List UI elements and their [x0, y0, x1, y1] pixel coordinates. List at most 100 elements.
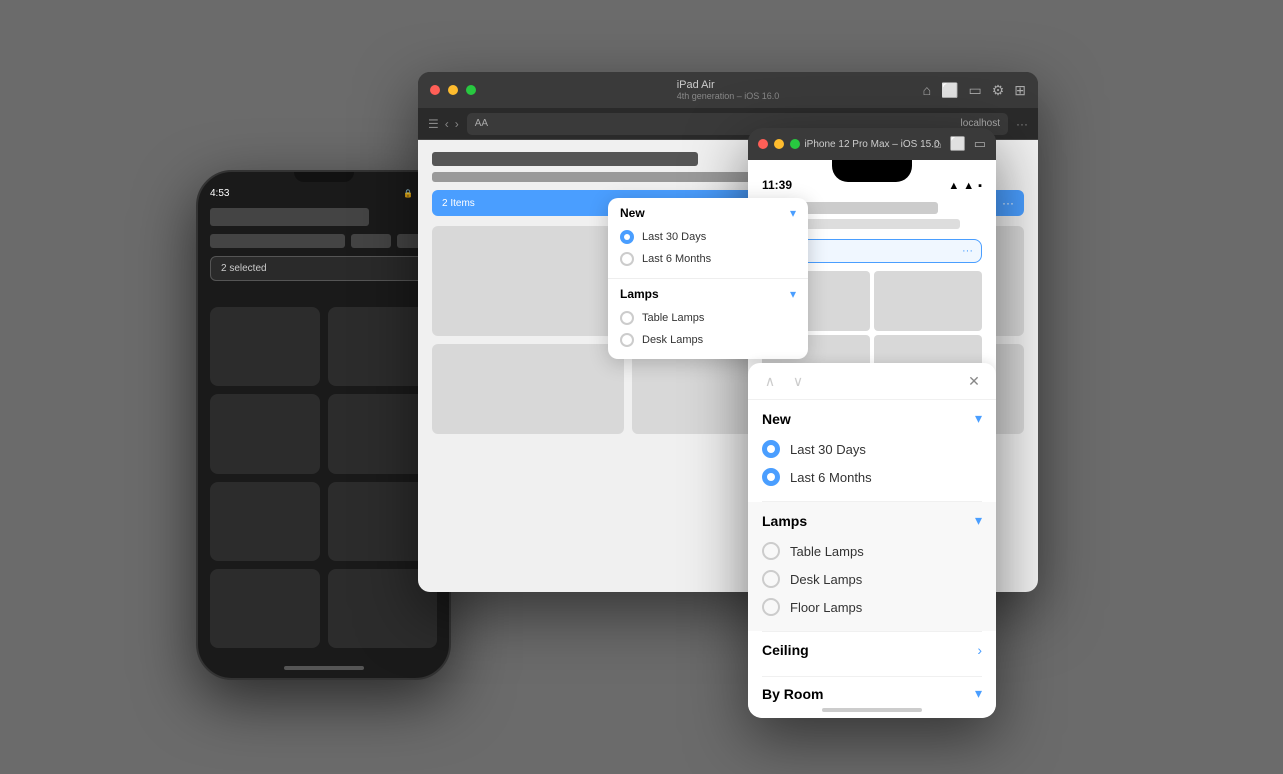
traffic-light-yellow[interactable]	[448, 85, 458, 95]
iphone-img-2[interactable]	[874, 271, 982, 331]
android-grid	[210, 307, 437, 648]
ipad-content-title2	[432, 172, 787, 182]
iphone-notch	[832, 160, 912, 182]
ipad-window-title: iPad Air 4th generation – iOS 16.0	[677, 79, 780, 101]
iphone-traffic-light-red[interactable]	[758, 139, 768, 149]
iphone-panel-up-button[interactable]: ∧	[760, 371, 780, 391]
ipad-popover-new-header: New ▾	[620, 206, 796, 220]
iphone-radio-last30[interactable]	[762, 440, 780, 458]
android-status-bar: 4:53 🔒 ▼ ▲	[210, 184, 437, 202]
android-phone: 4:53 🔒 ▼ ▲ 2 selected ▾	[196, 170, 451, 680]
home-icon[interactable]: ⌂	[923, 82, 931, 99]
android-search-area	[210, 234, 437, 248]
android-time: 4:53	[210, 188, 229, 199]
android-notch	[294, 172, 354, 182]
iphone-panel-close-button[interactable]: ✕	[964, 371, 984, 391]
iphone-panel-new-chevron-icon[interactable]: ▾	[975, 410, 982, 427]
iphone-panel-ceiling-header[interactable]: Ceiling ›	[762, 642, 982, 658]
grid-item-7[interactable]	[210, 569, 320, 648]
android-search-bar2[interactable]	[351, 234, 391, 248]
iphone-panel-desk-lamps-text: Desk Lamps	[790, 572, 862, 587]
ipad-radio-desk-lamps[interactable]	[620, 333, 634, 347]
iphone-panel-lamps-header: Lamps ▾	[762, 512, 982, 529]
ipad-option-last30[interactable]: Last 30 Days	[620, 226, 796, 248]
iphone-panel-byroom-header: By Room ▾	[762, 685, 982, 702]
iphone-panel-nav: ∧ ∨	[760, 371, 808, 391]
iphone-window-title: iPhone 12 Pro Max – iOS 15.0	[804, 139, 939, 150]
ipad-option-table-lamps[interactable]: Table Lamps	[620, 307, 796, 329]
android-dropdown-text: 2 selected	[221, 263, 267, 274]
iphone-panel-floor-lamps[interactable]: Floor Lamps	[762, 593, 982, 621]
traffic-light-red[interactable]	[430, 85, 440, 95]
ipad-popover-lamps-label: Lamps	[620, 287, 659, 301]
grid-icon[interactable]: ⊞	[1014, 82, 1026, 99]
camera-icon[interactable]: ⬜	[941, 82, 958, 99]
iphone-panel-desk-lamps[interactable]: Desk Lamps	[762, 565, 982, 593]
iphone-home-indicator	[822, 708, 922, 712]
android-home-indicator	[284, 666, 364, 670]
ipad-grid-item-1[interactable]	[432, 226, 624, 336]
ipad-popover-new-section: New ▾ Last 30 Days Last 6 Months	[608, 198, 808, 278]
ipad-titlebar: iPad Air 4th generation – iOS 16.0 ⌂ ⬜ ▭…	[418, 72, 1038, 108]
ipad-option-last6months[interactable]: Last 6 Months	[620, 248, 796, 270]
iphone-filter-panel: ∧ ∨ ✕ New ▾ Last 30 Days Last 6 Months	[748, 363, 996, 718]
iphone-titlebar: iPhone 12 Pro Max – iOS 15.0 ⌂ ⬜ ▭	[748, 128, 996, 160]
iphone-panel-lamps-label: Lamps	[762, 513, 807, 529]
ipad-radio-table-lamps[interactable]	[620, 311, 634, 325]
iphone-share-icon[interactable]: ▭	[974, 136, 986, 152]
back-icon[interactable]: ‹	[445, 117, 449, 131]
iphone-panel-last6months[interactable]: Last 6 Months	[762, 463, 982, 491]
ipad-popover-new-chevron-icon[interactable]: ▾	[790, 206, 796, 220]
iphone-panel-last6months-text: Last 6 Months	[790, 470, 872, 485]
android-title-bar	[210, 208, 369, 226]
iphone-camera-icon[interactable]: ⬜	[950, 136, 966, 152]
grid-item-3[interactable]	[210, 394, 320, 473]
share-icon[interactable]: ▭	[968, 82, 981, 99]
settings-icon[interactable]: ⚙	[992, 82, 1005, 99]
ipad-radio-last30[interactable]	[620, 230, 634, 244]
ipad-option-table-lamps-text: Table Lamps	[642, 312, 704, 324]
sidebar-toggle-icon[interactable]: ☰	[428, 117, 439, 131]
iphone-panel-table-lamps[interactable]: Table Lamps	[762, 537, 982, 565]
iphone-radio-table-lamps[interactable]	[762, 542, 780, 560]
iphone-radio-floor-lamps[interactable]	[762, 598, 780, 616]
forward-icon[interactable]: ›	[455, 117, 459, 131]
ipad-url-aa: AA	[475, 118, 488, 129]
iphone-status-right: ▲ ▲ ▪	[948, 180, 982, 192]
ipad-popover-new-label: New	[620, 206, 645, 220]
iphone-signal-icon: ▲	[963, 180, 974, 192]
ipad-radio-last6months[interactable]	[620, 252, 634, 266]
iphone-panel-last30-text: Last 30 Days	[790, 442, 866, 457]
iphone-radio-last6months[interactable]	[762, 468, 780, 486]
iphone-panel-lamps-chevron-icon[interactable]: ▾	[975, 512, 982, 529]
iphone-panel-last30[interactable]: Last 30 Days	[762, 435, 982, 463]
ipad-filter-popover: New ▾ Last 30 Days Last 6 Months Lamps ▾	[608, 198, 808, 359]
ipad-popover-lamps-section: Lamps ▾ Table Lamps Desk Lamps	[608, 279, 808, 359]
grid-item-1[interactable]	[210, 307, 320, 386]
ipad-menu-dots[interactable]: ···	[1016, 117, 1028, 131]
iphone-toolbar-icons: ⌂ ⬜ ▭	[934, 136, 986, 152]
ipad-filter-dots: ···	[1002, 196, 1014, 210]
grid-item-5[interactable]	[210, 482, 320, 561]
android-dropdown[interactable]: 2 selected ▾	[210, 256, 437, 281]
ipad-option-desk-lamps-text: Desk Lamps	[642, 334, 703, 346]
ipad-option-desk-lamps[interactable]: Desk Lamps	[620, 329, 796, 351]
android-search-bar[interactable]	[210, 234, 345, 248]
iphone-panel-byroom-chevron-icon[interactable]: ▾	[975, 685, 982, 702]
ipad-browser-nav: ☰ ‹ ›	[428, 117, 459, 131]
ipad-option-last30-text: Last 30 Days	[642, 231, 706, 243]
traffic-light-green[interactable]	[466, 85, 476, 95]
ipad-popover-lamps-chevron-icon[interactable]: ▾	[790, 287, 796, 301]
iphone-panel-lamps-section: Lamps ▾ Table Lamps Desk Lamps Floor Lam…	[748, 502, 996, 631]
iphone-traffic-light-green[interactable]	[790, 139, 800, 149]
ipad-filter-text: 2 Items	[442, 198, 475, 209]
ipad-grid-item-4[interactable]	[432, 344, 624, 434]
iphone-panel-down-button[interactable]: ∨	[788, 371, 808, 391]
iphone-panel-ceiling-arrow-icon[interactable]: ›	[977, 642, 982, 658]
iphone-radio-desk-lamps[interactable]	[762, 570, 780, 588]
iphone-panel-new-label: New	[762, 411, 791, 427]
ipad-popover-lamps-header: Lamps ▾	[620, 287, 796, 301]
iphone-panel-ceiling-section: Ceiling ›	[748, 632, 996, 676]
iphone-wifi-icon: ▲	[948, 180, 959, 192]
iphone-traffic-light-yellow[interactable]	[774, 139, 784, 149]
